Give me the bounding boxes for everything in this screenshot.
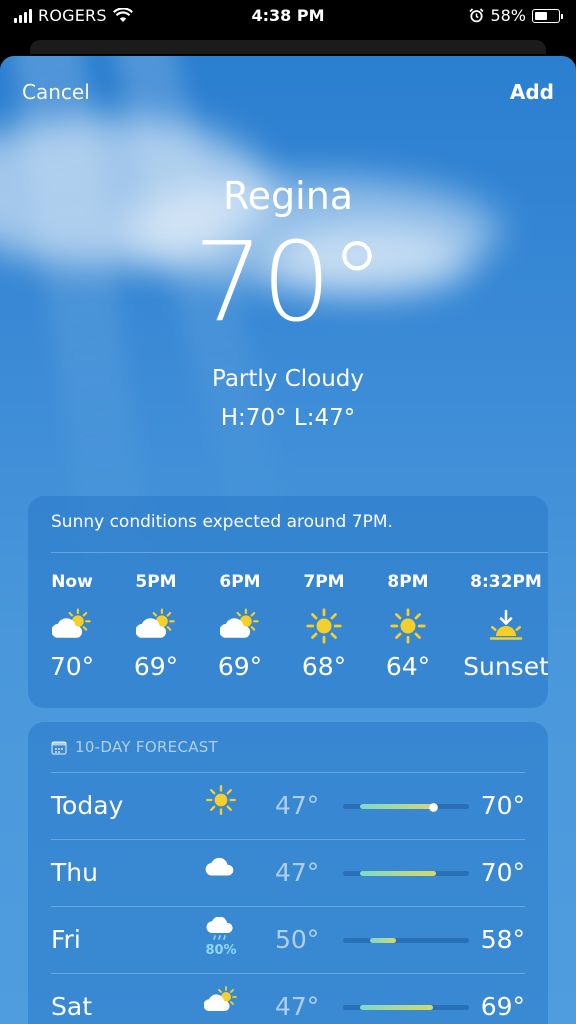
hour-temperature: 69° (217, 652, 263, 681)
hour-temperature: 68° (301, 652, 347, 681)
high-temperature: 70° (480, 858, 525, 887)
cancel-button[interactable]: Cancel (22, 80, 90, 104)
temperature-range-fill (359, 804, 436, 809)
forecast-row[interactable]: Thu 47° 70° (51, 839, 525, 906)
partly-cloudy-icon (32, 602, 112, 650)
calendar-icon (51, 740, 67, 755)
high-temperature: 70° (480, 791, 525, 820)
day-label: Thu (51, 858, 98, 887)
sun-icon (368, 602, 448, 650)
status-right: 58% (469, 6, 563, 25)
sun-icon (284, 602, 364, 650)
current-temp-marker (429, 802, 439, 812)
high-temperature: 69° (480, 992, 525, 1021)
hourly-forecast-card[interactable]: Sunny conditions expected around 7PM. No… (28, 496, 548, 708)
hourly-item: 8PM 64° (368, 572, 448, 681)
forecast-row[interactable]: Sat 47° 69° (51, 973, 525, 1024)
partly-cloudy-icon (116, 602, 196, 650)
partly-cloudy-icon (201, 984, 241, 1022)
hour-label: Now (51, 572, 93, 592)
cloud-icon (201, 850, 241, 888)
hourly-item: 6PM 69° (200, 572, 280, 681)
battery-percent: 58% (490, 6, 526, 25)
ten-day-forecast-card[interactable]: 10-DAY FORECAST Today 47° 70° Thu 47° 70°… (28, 722, 548, 1024)
hourly-item: 5PM 69° (116, 572, 196, 681)
low-temperature: 50° (275, 925, 320, 954)
hour-temperature: 70° (49, 652, 95, 681)
add-button[interactable]: Add (510, 80, 554, 104)
high-low-temperature: H:70° L:47° (220, 405, 356, 431)
current-condition: Partly Cloudy (211, 366, 365, 392)
day-label: Sat (51, 992, 92, 1021)
temperature-range-bar (343, 871, 469, 876)
partly-cloudy-icon (200, 602, 280, 650)
sun-icon (201, 783, 241, 821)
current-temperature: 70° (193, 218, 385, 346)
temperature-range-bar (343, 938, 469, 943)
hour-temperature: 69° (133, 652, 179, 681)
hour-temperature: Sunset (463, 652, 548, 681)
hourly-item: 7PM 68° (284, 572, 364, 681)
day-label: Today (51, 791, 124, 820)
temperature-range-fill (369, 938, 397, 943)
divider (51, 552, 548, 553)
hour-label: 8:32PM (470, 572, 542, 592)
city-name: Regina (222, 174, 354, 218)
hourly-item: Now 70° (32, 572, 112, 681)
forecast-row[interactable]: Today 47° 70° (51, 772, 525, 839)
status-bar: ROGERS 4:38 PM 58% (0, 0, 576, 40)
ten-day-header: 10-DAY FORECAST (51, 738, 218, 756)
forecast-row[interactable]: Fri 80% 50° 58° (51, 906, 525, 973)
high-temperature: 58° (480, 925, 525, 954)
hour-label: 8PM (387, 572, 429, 592)
hourly-summary: Sunny conditions expected around 7PM. (51, 512, 393, 532)
temperature-range-fill (359, 871, 436, 876)
low-temperature: 47° (275, 858, 320, 887)
hour-temperature: 64° (385, 652, 431, 681)
ten-day-title: 10-DAY FORECAST (75, 738, 219, 756)
sunset-icon (458, 602, 548, 650)
rain-cloud-icon: 80% (201, 916, 241, 958)
temperature-range-fill (359, 1005, 433, 1010)
hourly-item: 8:32PM Sunset (458, 572, 548, 681)
precip-chance: 80% (205, 943, 237, 958)
temperature-range-bar (343, 1005, 469, 1010)
hour-label: 6PM (219, 572, 261, 592)
day-label: Fri (51, 925, 81, 954)
temperature-range-bar (343, 802, 469, 812)
weather-sheet: Cancel Add Regina 70° Partly Cloudy H:70… (0, 56, 576, 1024)
hour-label: 5PM (135, 572, 177, 592)
background-sheet (30, 40, 546, 54)
low-temperature: 47° (275, 992, 320, 1021)
hour-label: 7PM (303, 572, 345, 592)
low-temperature: 47° (275, 791, 320, 820)
alarm-icon (469, 8, 485, 23)
battery-icon (532, 8, 563, 23)
